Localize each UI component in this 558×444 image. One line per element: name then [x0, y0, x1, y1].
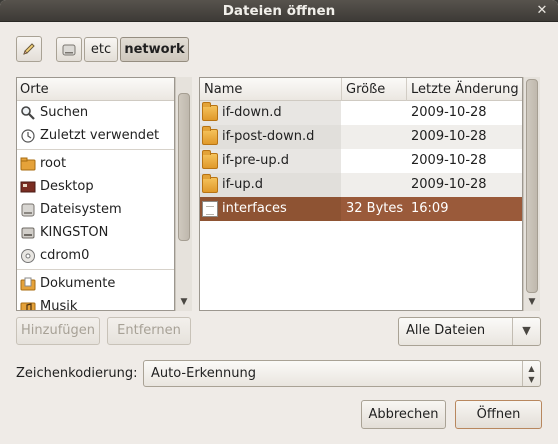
file-row[interactable]: if-post-down.d 2009-10-28 — [200, 125, 522, 149]
scroll-down-arrow-icon[interactable]: ▼ — [176, 295, 192, 309]
places-scrollbar[interactable]: ▼ — [175, 77, 192, 311]
place-root[interactable]: root — [17, 152, 174, 175]
places-panel: Orte Suchen Zuletzt verwendet root Deskt… — [16, 77, 175, 311]
file-list-scrollbar[interactable]: ▼ — [523, 77, 540, 311]
place-label: KINGSTON — [40, 225, 109, 240]
column-size[interactable]: Größe — [342, 78, 407, 101]
chevron-down-icon: ▼ — [512, 318, 540, 345]
open-button[interactable]: Öffnen — [455, 400, 542, 429]
file-date: 2009-10-28 — [411, 105, 487, 120]
file-list-header: Name Größe Letzte Änderung — [200, 78, 522, 101]
folder-icon — [202, 150, 218, 169]
place-label: Musik — [40, 299, 78, 311]
encoding-label: Zeichenkodierung: — [16, 366, 138, 381]
file-open-dialog: Dateien öffnen ✕ etc network Orte Suchen… — [0, 0, 558, 444]
edit-location-button[interactable] — [16, 36, 42, 62]
cancel-button[interactable]: Abbrechen — [361, 400, 446, 429]
file-name: if-up.d — [222, 177, 264, 192]
updown-arrows-icon: ▲ ▼ — [522, 361, 540, 386]
file-name: if-down.d — [222, 105, 282, 120]
place-desktop[interactable]: Desktop — [17, 175, 174, 198]
home-folder-icon — [20, 157, 36, 170]
place-cdrom[interactable]: cdrom0 — [17, 244, 174, 267]
place-recent[interactable]: Zuletzt verwendet — [17, 124, 174, 147]
file-name: if-pre-up.d — [222, 153, 290, 168]
music-folder-icon — [20, 302, 36, 310]
place-documents[interactable]: Dokumente — [17, 272, 174, 295]
places-divider — [17, 269, 174, 270]
column-name[interactable]: Name — [200, 78, 342, 101]
search-icon — [21, 105, 35, 120]
place-filesystem[interactable]: Dateisystem — [17, 198, 174, 221]
file-row-selected[interactable]: interfaces 32 Bytes 16:09 — [200, 197, 522, 221]
remove-bookmark-button[interactable]: Entfernen — [107, 317, 191, 345]
file-filter-select[interactable]: Alle Dateien ▼ — [398, 317, 541, 346]
place-search[interactable]: Suchen — [17, 101, 174, 124]
column-modified[interactable]: Letzte Änderung — [407, 78, 522, 101]
close-icon[interactable]: ✕ — [534, 3, 550, 19]
file-row[interactable]: if-pre-up.d 2009-10-28 — [200, 149, 522, 173]
text-file-icon — [202, 201, 218, 217]
file-date: 2009-10-28 — [411, 129, 487, 144]
place-label: Zuletzt verwendet — [40, 128, 160, 143]
crumb-etc-button[interactable]: etc — [84, 37, 118, 62]
file-date: 2009-10-28 — [411, 153, 487, 168]
file-name: interfaces — [222, 201, 287, 216]
place-label: root — [40, 156, 67, 171]
recent-icon — [21, 128, 35, 143]
add-bookmark-button[interactable]: Hinzufügen — [16, 317, 100, 345]
place-label: Dokumente — [40, 276, 116, 291]
encoding-select[interactable]: Auto-Erkennung ▲ ▼ — [143, 360, 541, 387]
filesystem-icon — [21, 203, 35, 216]
drive-icon — [62, 44, 76, 56]
file-row[interactable]: if-up.d 2009-10-28 — [200, 173, 522, 197]
file-size: 32 Bytes — [346, 201, 404, 216]
scroll-down-arrow-icon[interactable]: ▼ — [524, 295, 540, 309]
places-header[interactable]: Orte — [17, 78, 174, 101]
place-music[interactable]: Musik — [17, 295, 174, 311]
file-name: if-post-down.d — [222, 129, 315, 144]
file-row[interactable]: if-down.d 2009-10-28 — [200, 101, 522, 125]
folder-icon — [202, 174, 218, 193]
folder-icon — [202, 126, 218, 145]
folder-icon — [202, 102, 218, 121]
file-list: Name Größe Letzte Änderung if-down.d 200… — [199, 77, 523, 311]
place-label: Dateisystem — [40, 202, 122, 217]
pencil-icon — [23, 43, 35, 55]
place-label: Desktop — [40, 179, 94, 194]
places-scroll-thumb[interactable] — [178, 93, 190, 241]
place-label: cdrom0 — [40, 248, 90, 263]
titlebar: Dateien öffnen ✕ — [0, 0, 558, 22]
place-label: Suchen — [40, 105, 89, 120]
documents-folder-icon — [20, 277, 36, 290]
file-list-scroll-thumb[interactable] — [526, 79, 538, 293]
file-filter-value: Alle Dateien — [406, 323, 486, 338]
cdrom-icon — [21, 248, 35, 263]
usb-drive-icon — [21, 227, 35, 238]
place-kingston[interactable]: KINGSTON — [17, 221, 174, 244]
desktop-icon — [20, 181, 36, 192]
file-date: 16:09 — [411, 201, 449, 216]
crumb-drive-button[interactable] — [56, 37, 82, 62]
window-title: Dateien öffnen — [222, 3, 336, 19]
crumb-network-button[interactable]: network — [120, 37, 189, 62]
places-divider — [17, 149, 174, 150]
encoding-value: Auto-Erkennung — [151, 366, 256, 381]
file-date: 2009-10-28 — [411, 177, 487, 192]
